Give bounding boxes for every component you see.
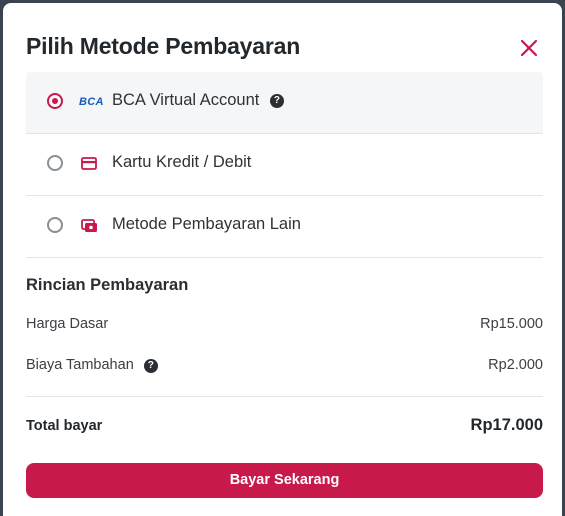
help-icon[interactable]: ?	[143, 359, 158, 373]
wallet-icon	[79, 217, 99, 235]
extra-fee-value: Rp2.000	[488, 357, 543, 373]
method-label-text: BCA Virtual Account	[112, 91, 260, 109]
payment-method-list: BCA BCA Virtual Account ? Kartu Kredit /…	[26, 72, 543, 258]
divider	[26, 396, 543, 397]
method-label: Kartu Kredit / Debit	[112, 153, 252, 171]
payment-details-title: Rincian Pembayaran	[26, 276, 189, 294]
total-value: Rp17.000	[470, 416, 543, 434]
credit-card-icon	[79, 155, 99, 173]
method-label: BCA Virtual Account ?	[112, 91, 284, 110]
base-price-row: Harga Dasar Rp15.000	[26, 316, 543, 332]
method-option-credit-card[interactable]: Kartu Kredit / Debit	[26, 134, 543, 196]
payment-method-modal: Pilih Metode Pembayaran BCA BCA Virtual …	[3, 3, 562, 516]
method-label: Metode Pembayaran Lain	[112, 215, 301, 233]
radio-selected[interactable]	[47, 93, 63, 109]
method-option-bca-va[interactable]: BCA BCA Virtual Account ?	[26, 72, 543, 134]
radio-unselected[interactable]	[47, 155, 63, 171]
extra-fee-label: Biaya Tambahan	[26, 357, 134, 373]
base-price-value: Rp15.000	[480, 316, 543, 332]
modal-title: Pilih Metode Pembayaran	[26, 33, 301, 59]
radio-unselected[interactable]	[47, 217, 63, 233]
pay-now-button[interactable]: Bayar Sekarang	[26, 463, 543, 498]
method-option-other[interactable]: Metode Pembayaran Lain	[26, 196, 543, 258]
bca-logo-icon: BCA	[79, 96, 104, 108]
close-icon	[520, 39, 538, 57]
modal-header: Pilih Metode Pembayaran	[26, 33, 542, 65]
total-label: Total bayar	[26, 418, 103, 434]
help-icon[interactable]: ?	[269, 94, 284, 108]
close-button[interactable]	[518, 37, 540, 59]
extra-fee-row: Biaya Tambahan ? Rp2.000	[26, 357, 543, 373]
base-price-label: Harga Dasar	[26, 316, 109, 332]
